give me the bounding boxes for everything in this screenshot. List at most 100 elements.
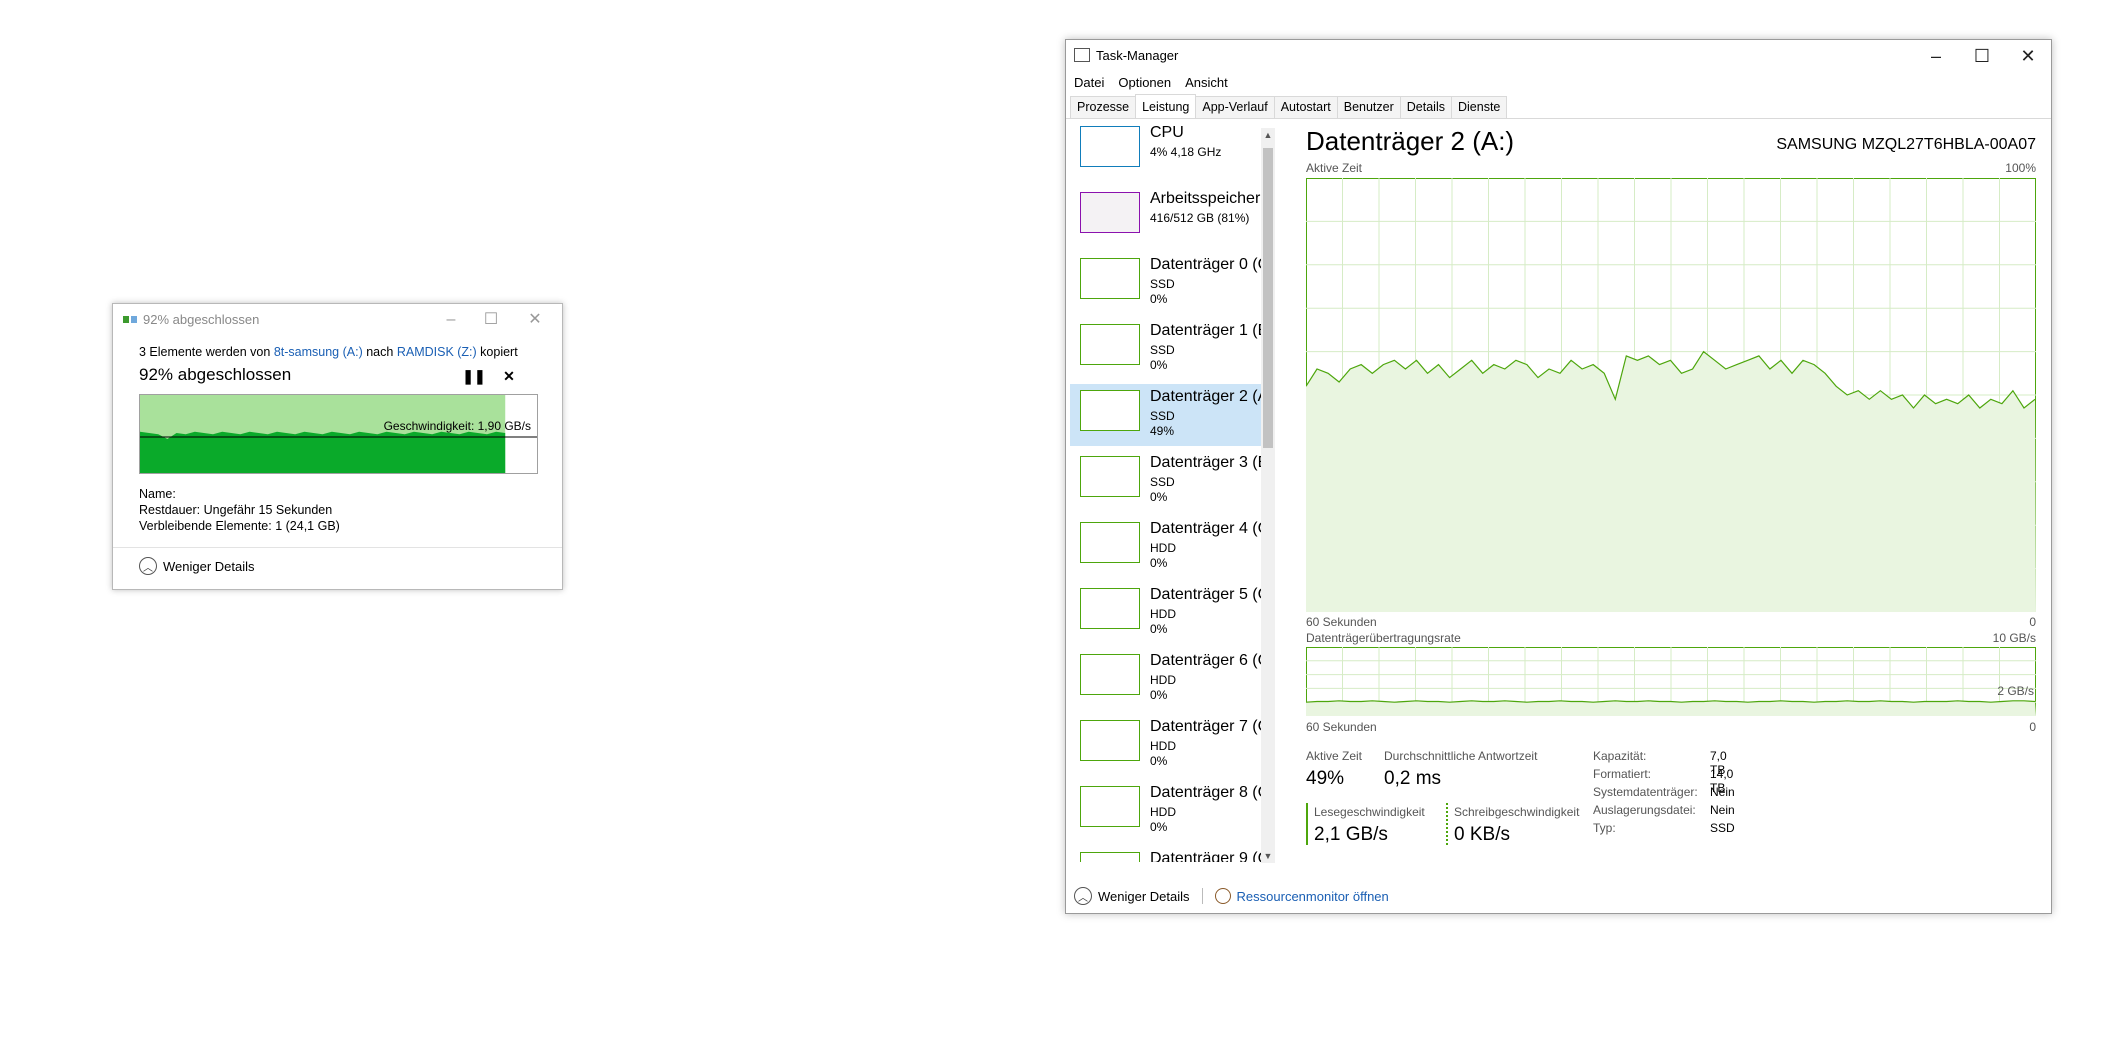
chevron-up-icon[interactable]: ︿ [1074, 887, 1092, 905]
transfer-rate-area [1306, 700, 2036, 716]
device-thumbnail [1080, 588, 1140, 629]
device-thumbnail [1080, 258, 1140, 299]
device-item[interactable]: Arbeitsspeicher 416/512 GB (81%) [1070, 186, 1262, 248]
copy-icon [123, 314, 137, 325]
divider [1201, 888, 1203, 904]
copy-description: 3 Elemente werden von 8t-samsung (A:) na… [139, 345, 518, 359]
device-thumbnail [1080, 654, 1140, 695]
resource-monitor-link[interactable]: Ressourcenmonitor öffnen [1237, 889, 1389, 904]
speed-area [140, 431, 506, 473]
prop-key: Kapazität: [1593, 749, 1647, 763]
device-l2: HDD [1150, 805, 1176, 819]
device-item[interactable]: Datenträger 2 (A SSD 49% [1070, 384, 1262, 446]
maximize-button[interactable]: ☐ [476, 308, 506, 332]
device-item[interactable]: Datenträger 6 (C HDD 0% [1070, 648, 1262, 710]
device-thumbnail [1080, 192, 1140, 233]
source-link[interactable]: 8t-samsung (A:) [274, 345, 363, 359]
items-row: Verbleibende Elemente: 1 (24,1 GB) [139, 519, 340, 533]
less-details-button[interactable]: ︿ Weniger Details [139, 557, 255, 575]
device-item[interactable]: Datenträger 0 (C SSD 0% [1070, 252, 1262, 314]
scrollbar-thumb[interactable] [1263, 148, 1273, 448]
window-title: Task-Manager [1096, 48, 1179, 63]
device-thumbnail [1080, 786, 1140, 827]
device-l2: 4% 4,18 GHz [1150, 145, 1222, 159]
menu-ansicht[interactable]: Ansicht [1185, 72, 1228, 94]
device-name: Datenträger 6 (C [1150, 652, 1262, 669]
disk-title: Datenträger 2 (A:) [1306, 126, 1515, 156]
device-thumbnail [1080, 324, 1140, 365]
tab-details[interactable]: Details [1399, 96, 1452, 118]
copy-speed-graph: Geschwindigkeit: 1,90 GB/s [139, 394, 538, 474]
scroll-down-icon[interactable]: ▼ [1261, 849, 1275, 863]
stat-write-value: 0 KB/s [1454, 824, 1510, 845]
tab-leistung[interactable]: Leistung [1135, 94, 1197, 118]
target-link[interactable]: RAMDISK (Z:) [397, 345, 477, 359]
read-indicator [1306, 803, 1308, 845]
tab-autostart[interactable]: Autostart [1273, 96, 1338, 118]
device-name: CPU [1150, 124, 1184, 141]
device-item[interactable]: Datenträger 5 (C HDD 0% [1070, 582, 1262, 644]
rate-mid-label: 2 GB/s [1997, 684, 2034, 698]
maximize-button[interactable]: ☐ [1959, 40, 2005, 72]
minimize-button[interactable]: – [436, 308, 466, 332]
device-l3: 49% [1150, 424, 1175, 438]
write-indicator [1446, 803, 1448, 845]
stat-response-label: Durchschnittliche Antwortzeit [1384, 749, 1538, 763]
close-button[interactable]: ✕ [2005, 40, 2051, 72]
tab-dienste[interactable]: Dienste [1450, 96, 1508, 118]
prop-key: Typ: [1593, 821, 1616, 835]
device-item[interactable]: CPU 4% 4,18 GHz [1070, 122, 1262, 182]
device-name: Datenträger 2 (A [1150, 388, 1262, 405]
desc-prefix: 3 Elemente werden von [139, 345, 271, 359]
rate-x-zero: 0 [2029, 720, 2036, 734]
name-label: Name: [139, 487, 176, 501]
items-value: 1 (24,1 GB) [275, 519, 340, 533]
minimize-button[interactable]: – [1913, 40, 1959, 72]
device-name: Datenträger 9 (C [1150, 850, 1262, 862]
device-item[interactable]: Datenträger 3 (E SSD 0% [1070, 450, 1262, 512]
device-item[interactable]: Datenträger 9 (C [1070, 846, 1262, 862]
prop-value: Nein [1710, 803, 1735, 817]
active-time-max: 100% [2005, 161, 2036, 175]
tab-app-verlauf[interactable]: App-Verlauf [1195, 96, 1275, 118]
menu-datei[interactable]: Datei [1074, 72, 1104, 94]
device-l2: HDD [1150, 607, 1176, 621]
close-button[interactable]: ✕ [520, 308, 550, 332]
items-label: Verbleibende Elemente: [139, 519, 272, 533]
pause-button[interactable]: ❚❚ [462, 368, 486, 388]
copy-progress-dialog: 92% abgeschlossen – ☐ ✕ 3 Elemente werde… [112, 303, 563, 590]
tab-prozesse[interactable]: Prozesse [1070, 96, 1137, 118]
device-list-scrollbar[interactable]: ▲ ▼ [1261, 128, 1275, 863]
device-name: Arbeitsspeicher [1150, 190, 1261, 207]
device-item[interactable]: Datenträger 8 (C HDD 0% [1070, 780, 1262, 842]
device-l3: 0% [1150, 622, 1168, 636]
device-l3: 0% [1150, 292, 1168, 306]
title-bar[interactable]: 92% abgeschlossen – ☐ ✕ [113, 304, 562, 336]
device-l3: 0% [1150, 556, 1168, 570]
active-time-x-label: 60 Sekunden [1306, 615, 1377, 629]
device-thumbnail [1080, 126, 1140, 167]
device-l3: 0% [1150, 820, 1168, 834]
device-item[interactable]: Datenträger 1 (E SSD 0% [1070, 318, 1262, 380]
scroll-up-icon[interactable]: ▲ [1261, 128, 1275, 142]
device-thumbnail [1080, 456, 1140, 497]
window-title: 92% abgeschlossen [143, 312, 260, 327]
remaining-label: Restdauer: [139, 503, 201, 517]
stat-write-label: Schreibgeschwindigkeit [1454, 805, 1580, 819]
transfer-rate-chart: 2 GB/s [1306, 647, 2036, 716]
stat-read-value: 2,1 GB/s [1314, 824, 1388, 845]
tab-benutzer[interactable]: Benutzer [1336, 96, 1401, 118]
active-time-x-zero: 0 [2029, 615, 2036, 629]
device-item[interactable]: Datenträger 4 (C HDD 0% [1070, 516, 1262, 578]
stat-response-value: 0,2 ms [1384, 768, 1442, 789]
device-name: Datenträger 5 (C [1150, 586, 1262, 603]
title-bar[interactable]: Task-Manager – ☐ ✕ [1066, 40, 2051, 72]
less-details-button[interactable]: Weniger Details [1098, 889, 1190, 904]
menu-optionen[interactable]: Optionen [1118, 72, 1171, 94]
cancel-button[interactable]: ✕ [497, 368, 521, 388]
device-item[interactable]: Datenträger 7 (C HDD 0% [1070, 714, 1262, 776]
device-l3: 0% [1150, 688, 1168, 702]
close-icon: ✕ [503, 368, 515, 384]
device-name: Datenträger 8 (C [1150, 784, 1262, 801]
resource-monitor-icon [1214, 888, 1231, 904]
